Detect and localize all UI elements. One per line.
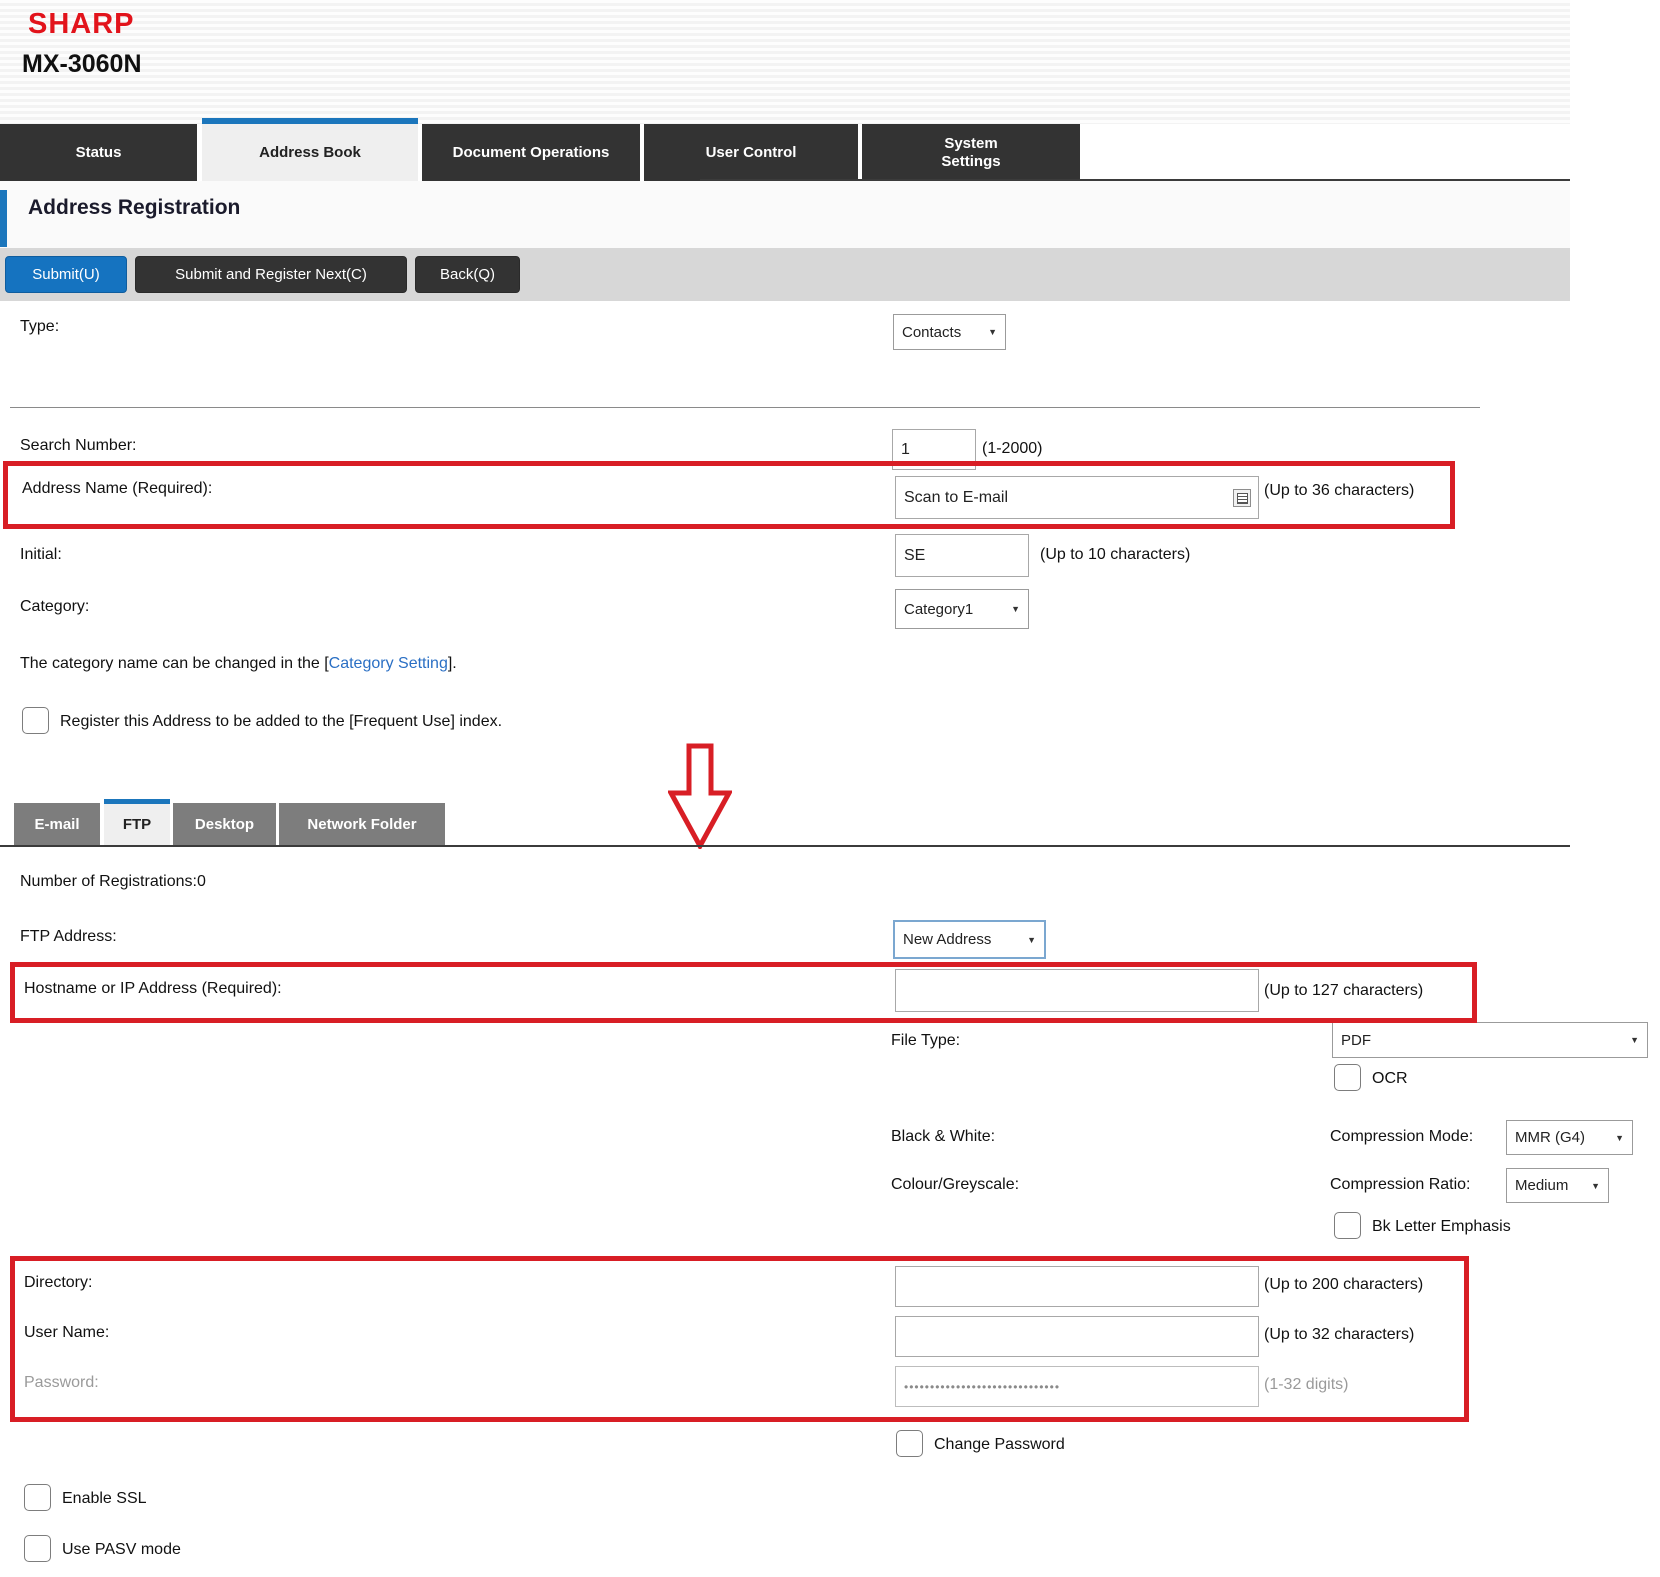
type-select-value: Contacts <box>902 324 961 341</box>
category-select-value: Category1 <box>904 601 973 618</box>
compression-ratio-value: Medium <box>1515 1177 1568 1194</box>
search-number-input[interactable]: 1 <box>892 429 976 470</box>
frequent-use-checkbox[interactable] <box>22 707 49 734</box>
chevron-down-icon: ▼ <box>1011 604 1020 614</box>
change-password-checkbox[interactable] <box>896 1430 923 1457</box>
compression-ratio-label: Compression Ratio: <box>1330 1176 1471 1194</box>
initial-hint: (Up to 10 characters) <box>1040 546 1190 564</box>
category-label: Category: <box>20 598 89 616</box>
chevron-down-icon: ▼ <box>1591 1181 1600 1191</box>
model-name: MX-3060N <box>22 50 142 79</box>
user-name-label: User Name: <box>24 1324 109 1342</box>
tab-system-settings[interactable]: System Settings <box>862 124 1080 181</box>
user-name-input[interactable] <box>895 1316 1259 1357</box>
compression-mode-value: MMR (G4) <box>1515 1129 1585 1146</box>
compression-mode-select[interactable]: MMR (G4) ▼ <box>1506 1120 1633 1155</box>
chevron-down-icon: ▼ <box>988 327 997 337</box>
header-band <box>0 0 1570 124</box>
enable-ssl-label: Enable SSL <box>62 1490 147 1508</box>
submit-button[interactable]: Submit(U) <box>5 256 127 293</box>
directory-input[interactable] <box>895 1266 1259 1307</box>
sharp-web-ui: SHARP MX-3060N Status Address Book Docum… <box>0 0 1660 1577</box>
category-note: The category name can be changed in the … <box>20 655 457 673</box>
address-name-input[interactable]: Scan to E-mail <box>895 476 1259 519</box>
initial-input[interactable]: SE <box>895 534 1029 577</box>
category-note-prefix: The category name can be changed in the … <box>20 655 329 672</box>
page-title: Address Registration <box>28 196 240 220</box>
hostname-label: Hostname or IP Address (Required): <box>24 980 282 998</box>
ftp-address-select-value: New Address <box>903 931 991 948</box>
hostname-input[interactable] <box>895 969 1259 1012</box>
password-input[interactable]: •••••••••••••••••••••••••••••• <box>895 1366 1259 1407</box>
type-label: Type: <box>20 318 59 336</box>
tab-document-operations[interactable]: Document Operations <box>422 124 640 181</box>
category-note-suffix: ]. <box>448 655 457 672</box>
file-type-label: File Type: <box>891 1032 960 1050</box>
category-select[interactable]: Category1 ▼ <box>895 589 1029 629</box>
address-name-label: Address Name (Required): <box>22 480 212 498</box>
search-number-hint: (1-2000) <box>982 440 1042 458</box>
back-button[interactable]: Back(Q) <box>415 256 520 293</box>
hostname-hint: (Up to 127 characters) <box>1264 982 1423 1000</box>
user-name-hint: (Up to 32 characters) <box>1264 1326 1414 1344</box>
chevron-down-icon: ▼ <box>1630 1035 1639 1045</box>
subtab-network-folder[interactable]: Network Folder <box>279 803 445 845</box>
colour-greyscale-label: Colour/Greyscale: <box>891 1176 1019 1194</box>
directory-hint: (Up to 200 characters) <box>1264 1276 1423 1294</box>
subtab-desktop[interactable]: Desktop <box>173 803 276 845</box>
category-setting-link[interactable]: Category Setting <box>329 655 448 672</box>
subtab-email[interactable]: E-mail <box>14 803 100 845</box>
ftp-address-label: FTP Address: <box>20 928 117 946</box>
chevron-down-icon: ▼ <box>1027 935 1036 945</box>
section-divider <box>10 407 1480 408</box>
change-password-label: Change Password <box>934 1436 1065 1454</box>
use-pasv-checkbox[interactable] <box>24 1535 51 1562</box>
subtab-ftp[interactable]: FTP <box>104 799 170 845</box>
file-type-select-value: PDF <box>1341 1032 1371 1049</box>
enable-ssl-checkbox[interactable] <box>24 1484 51 1511</box>
bk-letter-emphasis-checkbox[interactable] <box>1334 1212 1361 1239</box>
submit-and-register-next-button[interactable]: Submit and Register Next(C) <box>135 256 407 293</box>
directory-label: Directory: <box>24 1274 92 1292</box>
use-pasv-label: Use PASV mode <box>62 1541 181 1559</box>
ftp-address-select[interactable]: New Address ▼ <box>893 920 1046 959</box>
title-accent-bar <box>0 190 7 247</box>
ocr-checkbox[interactable] <box>1334 1064 1361 1091</box>
tab-status[interactable]: Status <box>0 124 197 181</box>
initial-label: Initial: <box>20 546 62 564</box>
address-name-hint: (Up to 36 characters) <box>1264 482 1414 500</box>
registrations-count: Number of Registrations:0 <box>20 873 206 891</box>
frequent-use-label: Register this Address to be added to the… <box>60 713 502 731</box>
tab-address-book[interactable]: Address Book <box>202 118 418 181</box>
type-select[interactable]: Contacts ▼ <box>893 314 1006 350</box>
sharp-logo: SHARP <box>28 8 135 41</box>
tab-user-control[interactable]: User Control <box>644 124 858 181</box>
bk-letter-emphasis-label: Bk Letter Emphasis <box>1372 1218 1511 1236</box>
password-hint: (1-32 digits) <box>1264 1376 1348 1394</box>
password-label: Password: <box>24 1374 99 1392</box>
file-type-select[interactable]: PDF ▼ <box>1332 1022 1648 1058</box>
chevron-down-icon: ▼ <box>1615 1133 1624 1143</box>
compression-mode-label: Compression Mode: <box>1330 1128 1473 1146</box>
ocr-label: OCR <box>1372 1070 1408 1088</box>
search-number-label: Search Number: <box>20 437 137 455</box>
black-white-label: Black & White: <box>891 1128 995 1146</box>
subtabbar-underline <box>0 845 1570 847</box>
soft-keyboard-icon[interactable] <box>1233 489 1251 507</box>
annotation-arrow-down-icon <box>668 743 732 849</box>
compression-ratio-select[interactable]: Medium ▼ <box>1506 1168 1609 1203</box>
